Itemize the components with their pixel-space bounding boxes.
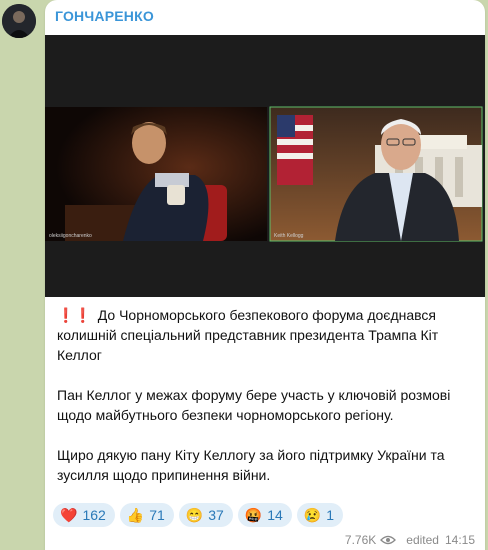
reaction-crying-face[interactable]: 😢 1 — [296, 503, 344, 527]
reaction-heart[interactable]: ❤️ 162 — [53, 503, 115, 527]
alert-icons: ❗❗ — [57, 307, 92, 323]
message-time: 14:15 — [444, 533, 475, 547]
svg-text:Keith Kellogg: Keith Kellogg — [274, 233, 304, 239]
reaction-count: 14 — [267, 507, 283, 523]
reaction-cursing-face[interactable]: 🤬 14 — [237, 503, 292, 527]
message-bubble: ГОНЧАРЕНКО oleksiigoncharenko Keith Kell… — [45, 0, 485, 550]
channel-avatar[interactable] — [2, 4, 36, 38]
thumbs-up-icon: 👍 — [126, 507, 145, 523]
view-count: 7.76K — [344, 533, 377, 547]
reaction-count: 1 — [326, 507, 335, 523]
svg-text:oleksiigoncharenko: oleksiigoncharenko — [49, 233, 92, 239]
paragraph-2: Пан Келлог у межах форуму бере участь у … — [57, 387, 451, 423]
cursing-face-icon: 🤬 — [244, 507, 263, 523]
reaction-count: 71 — [149, 507, 165, 523]
reaction-count: 37 — [208, 507, 224, 523]
message-text: ❗❗ До Чорноморського безпекового форума … — [57, 305, 477, 485]
eye-icon — [380, 535, 397, 545]
reaction-grin[interactable]: 😁 37 — [178, 503, 233, 527]
paragraph-1-text: До Чорноморського безпекового форума доє… — [57, 307, 439, 363]
channel-name[interactable]: ГОНЧАРЕНКО — [55, 8, 154, 24]
reaction-thumbs-up[interactable]: 👍 71 — [119, 503, 174, 527]
crying-face-icon: 😢 — [303, 507, 322, 523]
message-meta: 7.76K edited 14:15 — [345, 533, 475, 547]
paragraph-3: Щиро дякую пану Кіту Келлогу за його під… — [57, 447, 445, 483]
edited-label: edited — [406, 533, 439, 547]
reactions-bar: ❤️ 162 👍 71 😁 37 🤬 14 😢 1 — [53, 503, 344, 527]
video-thumbnail[interactable]: oleksiigoncharenko Keith Kellogg — [45, 35, 485, 297]
paragraph-1: ❗❗ До Чорноморського безпекового форума … — [57, 305, 477, 365]
heart-icon: ❤️ — [60, 507, 78, 523]
grin-icon: 😁 — [185, 507, 204, 523]
reaction-count: 162 — [82, 507, 106, 523]
